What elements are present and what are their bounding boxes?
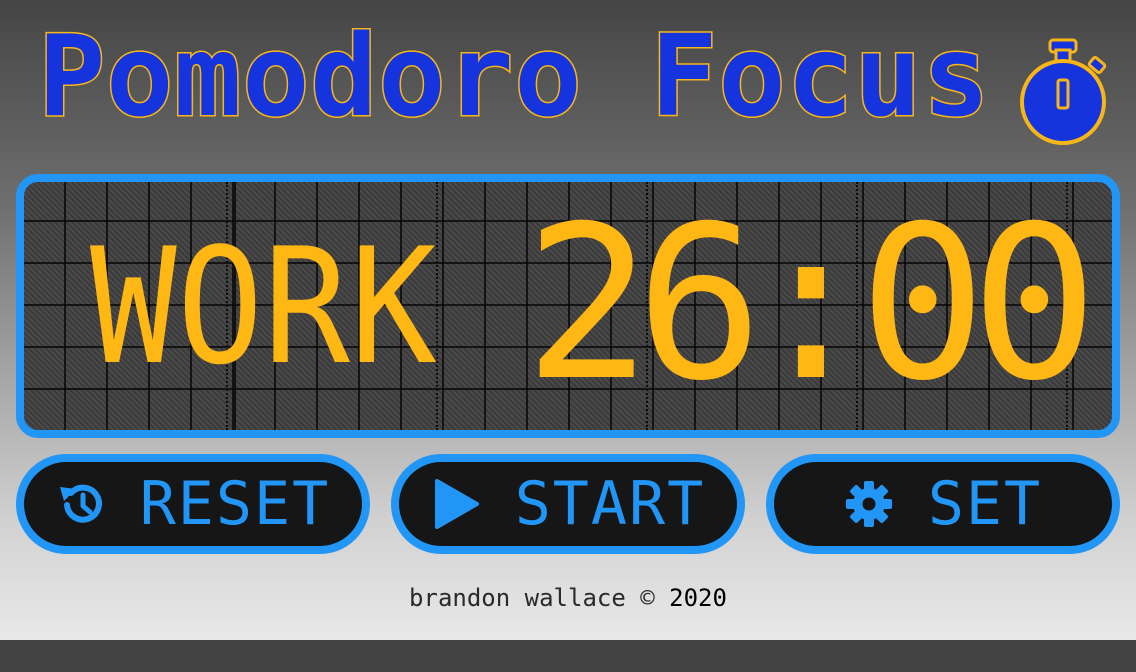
history-icon xyxy=(59,484,102,523)
stopwatch-icon xyxy=(1020,38,1107,145)
start-button-label: START xyxy=(514,469,706,539)
play-icon xyxy=(434,479,479,529)
set-button[interactable]: SET xyxy=(766,454,1120,554)
reset-button-label: RESET xyxy=(139,469,331,539)
set-button-label: SET xyxy=(927,469,1043,539)
gear-icon xyxy=(845,481,892,527)
timer-time-readout: 26:00 xyxy=(524,180,1098,427)
app-header: Pomodoro Focus xyxy=(0,0,1136,160)
start-button[interactable]: START xyxy=(391,454,745,554)
timer-display: WORK 26:00 xyxy=(16,174,1120,438)
reset-button[interactable]: RESET xyxy=(16,454,370,554)
footer-author: brandon wallace © xyxy=(409,584,655,612)
app-title: Pomodoro Focus xyxy=(36,11,991,144)
timer-controls: RESET START SET xyxy=(0,454,1136,554)
timer-mode-label: WORK xyxy=(90,213,437,400)
footer-credit: brandon wallace © 2020 xyxy=(0,580,1136,616)
footer-year: 2020 xyxy=(669,584,727,612)
pomodoro-app: Pomodoro Focus WORK 26:00 RESET START SE… xyxy=(0,0,1136,640)
